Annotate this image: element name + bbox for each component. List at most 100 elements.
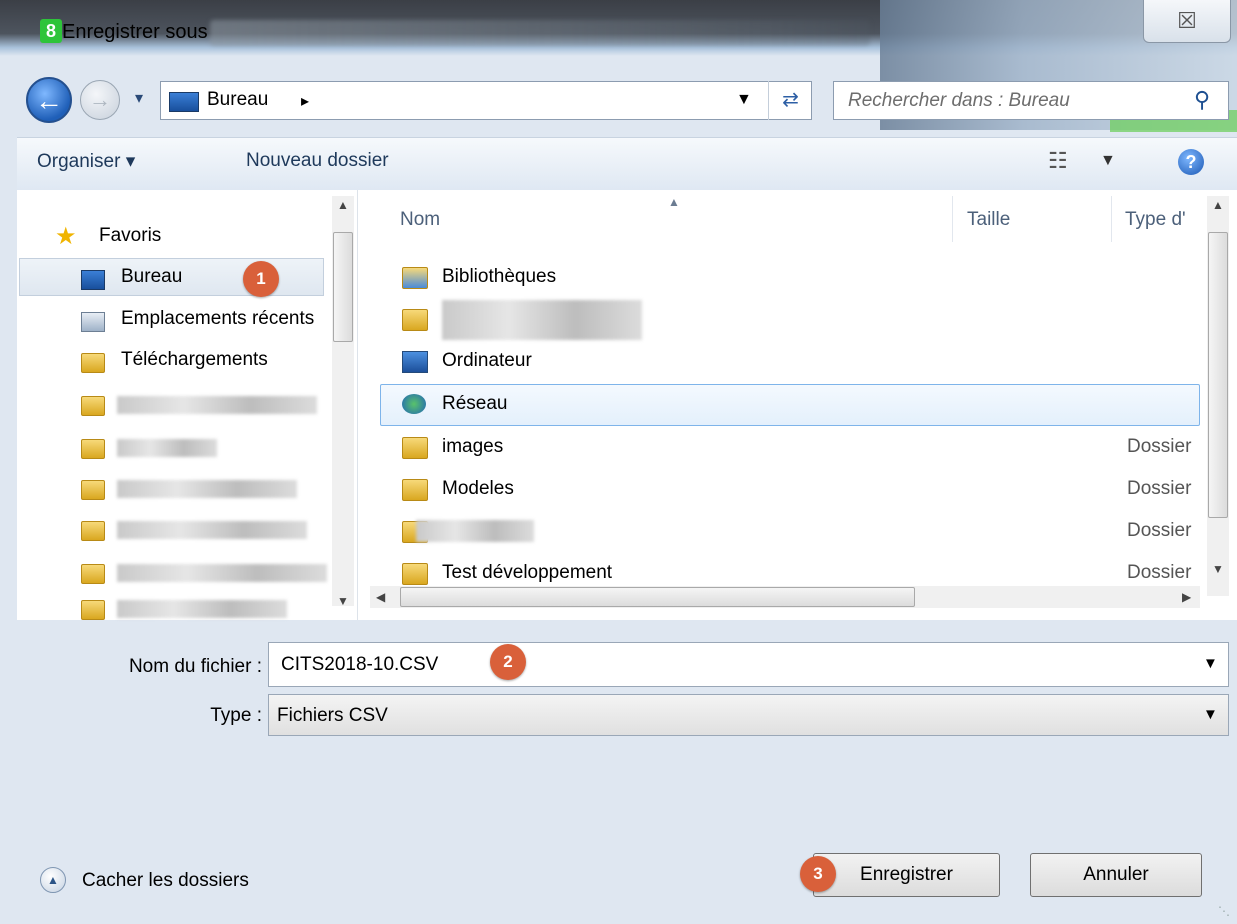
list-vertical-scrollbar-thumb[interactable] (1208, 232, 1228, 518)
folder-icon (81, 600, 105, 620)
column-header-type[interactable]: Type d' (1125, 209, 1186, 231)
search-input[interactable]: Rechercher dans : Bureau ⚲ (833, 81, 1229, 120)
search-placeholder: Rechercher dans : Bureau (848, 90, 1070, 111)
folder-icon (81, 521, 105, 541)
redacted-label (117, 396, 317, 414)
dialog-frame (0, 56, 17, 924)
redacted-label (117, 480, 297, 498)
app-logo-icon: 8 (40, 19, 62, 43)
hide-folders-button[interactable]: Cacher les dossiers (82, 870, 249, 892)
refresh-icon[interactable]: ⇄ (768, 81, 812, 120)
list-item[interactable] (386, 300, 1200, 340)
scroll-up-icon[interactable]: ▲ (1212, 198, 1224, 212)
column-divider[interactable] (952, 196, 953, 242)
window-title: Enregistrer sous (62, 21, 208, 43)
file-type: Dossier (1127, 436, 1192, 457)
folder-icon (402, 479, 428, 501)
list-item[interactable]: Réseau (386, 385, 1200, 425)
folder-icon (81, 564, 105, 584)
redacted-label (117, 439, 217, 457)
redacted-label (117, 600, 287, 618)
sidebar-item-blurred[interactable] (17, 388, 337, 422)
cancel-button[interactable]: Annuler (1030, 853, 1202, 897)
redacted-label (416, 520, 534, 542)
downloads-folder-icon (81, 353, 105, 373)
file-type-value[interactable]: Fichiers CSV (277, 705, 388, 727)
filename-label: Nom du fichier : (128, 656, 262, 677)
step-badge-2: 2 (490, 644, 526, 680)
sidebar-item-downloads[interactable]: Téléchargements (17, 345, 337, 379)
sidebar-item-bureau[interactable]: Bureau (17, 262, 337, 296)
user-folder-icon (402, 309, 428, 331)
sidebar-item-label: Téléchargements (121, 349, 268, 370)
list-item[interactable]: Modeles Dossier (386, 470, 1200, 510)
sidebar-item-blurred[interactable] (17, 513, 337, 547)
nav-favorites[interactable]: ★ Favoris (55, 222, 355, 252)
list-item[interactable]: Test développement Dossier (386, 554, 1200, 586)
file-type: Dossier (1127, 520, 1192, 541)
step-badge-1: 1 (243, 261, 279, 297)
file-name: images (442, 436, 504, 457)
redacted-label (442, 300, 642, 340)
sidebar-item-recent[interactable]: Emplacements récents (17, 304, 337, 338)
folder-icon (402, 437, 428, 459)
collapse-folders-icon[interactable]: ▲ (40, 867, 66, 893)
star-icon: ★ (55, 223, 77, 250)
search-icon[interactable]: ⚲ (1194, 87, 1210, 113)
history-dropdown-icon[interactable]: ▾ (128, 88, 150, 110)
organise-menu-button[interactable]: Organiser ▾ (37, 150, 135, 173)
file-name: Réseau (442, 393, 508, 414)
folder-icon (402, 563, 428, 585)
sidebar-item-blurred[interactable] (17, 592, 337, 620)
address-bar[interactable]: Bureau ▸ ▼ (160, 81, 812, 120)
scroll-left-icon[interactable]: ◀ (376, 590, 385, 604)
sidebar-item-blurred[interactable] (17, 556, 337, 590)
favorites-label: Favoris (99, 225, 162, 246)
new-folder-button[interactable]: Nouveau dossier (246, 150, 389, 172)
sort-arrow-icon: ▲ (668, 195, 680, 209)
scroll-down-icon[interactable]: ▼ (1212, 562, 1224, 576)
back-button[interactable]: ← (26, 77, 72, 123)
chevron-down-icon[interactable]: ▼ (1203, 655, 1218, 672)
libraries-icon (402, 267, 428, 289)
list-item[interactable]: Ordinateur (386, 342, 1200, 382)
address-location[interactable]: Bureau (207, 89, 268, 111)
desktop-icon (81, 270, 105, 290)
type-label: Type : (210, 705, 262, 726)
close-button[interactable]: ☒ (1143, 0, 1231, 43)
address-dropdown-icon[interactable]: ▼ (736, 91, 752, 109)
step-badge-3: 3 (800, 856, 836, 892)
forward-button[interactable]: → (80, 80, 120, 120)
network-icon (402, 394, 426, 414)
view-dropdown-icon[interactable]: ▼ (1100, 152, 1116, 170)
folder-icon (81, 439, 105, 459)
background-title-blur (210, 20, 870, 46)
list-item[interactable]: Dossier (386, 512, 1200, 552)
scroll-right-icon[interactable]: ▶ (1182, 590, 1191, 604)
nav-scrollbar-thumb[interactable] (333, 232, 353, 342)
list-item[interactable]: Bibliothèques (386, 258, 1200, 298)
desktop-icon (169, 92, 199, 112)
scroll-down-icon[interactable]: ▼ (337, 594, 349, 608)
list-horizontal-scrollbar-thumb[interactable] (400, 587, 915, 607)
column-header-name[interactable]: Nom (400, 209, 440, 231)
list-item[interactable]: images Dossier (386, 428, 1200, 468)
file-type-select[interactable]: Fichiers CSV ▼ (268, 694, 1229, 736)
column-header-size[interactable]: Taille (967, 209, 1010, 231)
sidebar-item-label: Bureau (121, 266, 183, 287)
folder-icon (81, 396, 105, 416)
sidebar-item-blurred[interactable] (17, 472, 337, 506)
view-options-icon[interactable]: ☷ (1048, 148, 1068, 174)
filename-value[interactable]: CITS2018-10.CSV (281, 654, 438, 676)
column-divider[interactable] (1111, 196, 1112, 242)
resize-grip-icon[interactable]: ⋱ (1218, 904, 1230, 918)
sidebar-item-blurred[interactable] (17, 431, 337, 465)
chevron-down-icon[interactable]: ▼ (1203, 706, 1218, 723)
computer-icon (402, 351, 428, 373)
filename-input[interactable]: CITS2018-10.CSV ▼ (268, 642, 1229, 687)
breadcrumb-arrow-icon[interactable]: ▸ (301, 91, 309, 111)
scroll-up-icon[interactable]: ▲ (337, 198, 349, 212)
help-icon[interactable]: ? (1178, 149, 1204, 175)
recent-places-icon (81, 312, 105, 332)
save-button[interactable]: Enregistrer (813, 853, 1000, 897)
